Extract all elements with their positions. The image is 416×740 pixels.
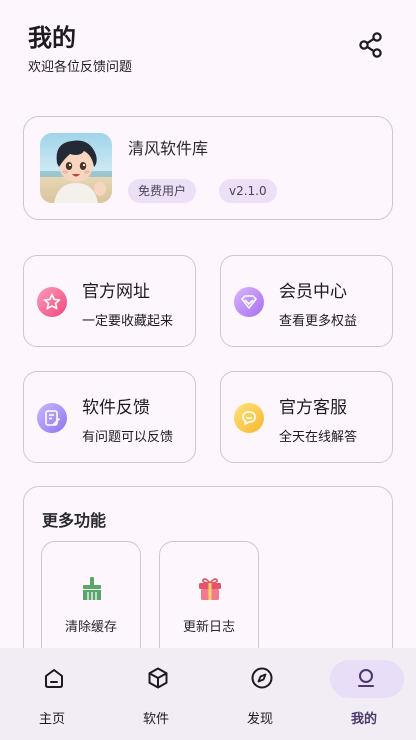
tile-subtitle: 一定要收藏起来 xyxy=(82,314,174,329)
profile-card[interactable]: 清风软件库 免费用户 v2.1.0 xyxy=(23,116,393,220)
version-badge: v2.1.0 xyxy=(219,179,277,203)
nav-label: 发现 xyxy=(246,712,273,727)
tile-title: 官方网址 xyxy=(82,282,150,302)
nav-label: 软件 xyxy=(142,712,169,727)
nav-item-software[interactable]: 软件 xyxy=(104,648,208,740)
nav-item-mine[interactable]: 我的 xyxy=(312,648,416,740)
user-type-badge: 免费用户 xyxy=(128,179,197,203)
person-icon xyxy=(358,669,374,687)
share-icon xyxy=(359,32,382,58)
page-title: 我的 xyxy=(28,24,76,52)
tile-official-site[interactable]: 官方网址 一定要收藏起来 xyxy=(23,255,196,347)
app-name: 清风软件库 xyxy=(128,139,209,158)
gift-icon xyxy=(199,578,221,600)
avatar xyxy=(40,133,112,203)
nav-item-home[interactable]: 主页 xyxy=(0,648,104,740)
nav-label: 我的 xyxy=(350,712,377,727)
page-subtitle: 欢迎各位反馈问题 xyxy=(28,60,133,75)
tile-subtitle: 查看更多权益 xyxy=(279,314,358,329)
compass-icon xyxy=(251,667,273,689)
broom-icon xyxy=(83,577,101,600)
feedback-edit-icon xyxy=(37,403,67,433)
chat-bubble-icon xyxy=(234,403,264,433)
nav-label: 主页 xyxy=(38,712,65,727)
star-badge-icon xyxy=(37,287,67,317)
tile-customer-service[interactable]: 官方客服 全天在线解答 xyxy=(220,371,393,463)
tile-vip-center[interactable]: 会员中心 查看更多权益 xyxy=(220,255,393,347)
home-icon xyxy=(45,669,63,688)
tile-title: 会员中心 xyxy=(279,282,347,302)
tile-subtitle: 有问题可以反馈 xyxy=(82,430,174,445)
page-header: 我的 欢迎各位反馈问题 xyxy=(28,22,132,75)
section-title: 更多功能 xyxy=(42,511,107,530)
changelog-label: 更新日志 xyxy=(182,620,235,635)
nav-item-discover[interactable]: 发现 xyxy=(208,648,312,740)
box-icon xyxy=(148,667,168,689)
tile-title: 软件反馈 xyxy=(82,398,150,418)
clear-cache-label: 清除缓存 xyxy=(64,620,117,635)
bottom-navigation: 主页 软件 发现 我的 xyxy=(0,648,416,740)
share-button[interactable] xyxy=(356,30,386,60)
tile-feedback[interactable]: 软件反馈 有问题可以反馈 xyxy=(23,371,196,463)
tile-subtitle: 全天在线解答 xyxy=(279,430,358,445)
vip-diamond-icon xyxy=(234,287,264,317)
tile-title: 官方客服 xyxy=(279,398,347,418)
